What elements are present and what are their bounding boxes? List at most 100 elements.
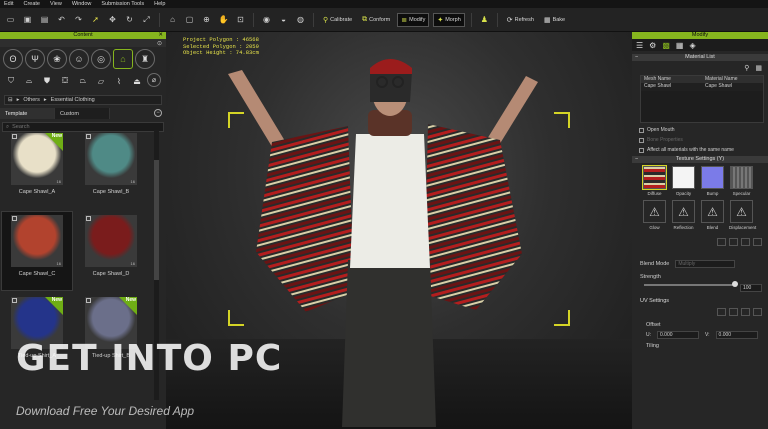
folder-icon[interactable]: ⊟ bbox=[8, 97, 13, 103]
attributes-icon[interactable]: ⚙ bbox=[649, 41, 656, 50]
category-shoe-icon[interactable]: ⏏ bbox=[129, 73, 145, 89]
item-checkbox-icon[interactable] bbox=[12, 298, 17, 303]
category-scarf-icon[interactable]: ◎ bbox=[91, 49, 111, 69]
texture-specular[interactable]: Specular bbox=[729, 166, 754, 196]
texture-bump[interactable]: Bump bbox=[700, 166, 725, 196]
material-icon[interactable]: ▩ bbox=[662, 41, 670, 50]
category-face-icon[interactable]: ☺ bbox=[69, 49, 89, 69]
menu-submission-tools[interactable]: Submission Tools bbox=[101, 1, 144, 7]
category-shirt-icon[interactable]: ʘ bbox=[3, 49, 23, 69]
breadcrumb-item[interactable]: Others bbox=[23, 97, 40, 103]
breadcrumb-item[interactable]: Essential Clothing bbox=[51, 97, 95, 103]
item-checkbox-icon[interactable] bbox=[86, 216, 91, 221]
pick-icon[interactable]: ⚲ bbox=[744, 64, 749, 72]
item-checkbox-icon[interactable] bbox=[12, 216, 17, 221]
modify-button[interactable]: ≣ Modify bbox=[397, 12, 430, 27]
v-offset-input[interactable]: 0.000 bbox=[715, 331, 758, 339]
category-coat-icon[interactable]: ⛋ bbox=[57, 73, 73, 89]
tab-custom[interactable]: Custom bbox=[55, 108, 110, 119]
uv-tool-icon[interactable] bbox=[717, 308, 726, 316]
category-skirt-icon[interactable]: ⏢ bbox=[75, 73, 91, 89]
bone-properties-checkbox[interactable]: Bone Properties bbox=[639, 137, 768, 143]
item-checkbox-icon[interactable] bbox=[86, 134, 91, 139]
texture-opacity[interactable]: Opacity bbox=[671, 166, 696, 196]
category-vest-icon[interactable]: ⛊ bbox=[39, 73, 55, 89]
category-top-icon[interactable]: ⛉ bbox=[3, 73, 19, 89]
close-icon[interactable]: ✕ bbox=[158, 32, 163, 39]
uv-settings-header[interactable]: UV Settings bbox=[632, 298, 768, 305]
render-icon[interactable]: ◍ bbox=[295, 14, 306, 25]
save-icon[interactable]: ▣ bbox=[22, 14, 33, 25]
undo-icon[interactable]: ↶ bbox=[56, 14, 67, 25]
tex-tool-icon[interactable] bbox=[717, 238, 726, 246]
figure-icon[interactable]: ♟ bbox=[479, 14, 490, 25]
move-icon[interactable]: ✥ bbox=[107, 14, 118, 25]
category-glove-icon[interactable]: ⌇ bbox=[111, 73, 127, 89]
camera-icon[interactable]: ▢ bbox=[184, 14, 195, 25]
light-icon[interactable]: ◒ bbox=[278, 14, 289, 25]
blend-mode-select[interactable]: Multiply bbox=[675, 260, 736, 268]
content-item[interactable]: 16 Cape Shawl_B bbox=[76, 130, 146, 208]
texture-displacement[interactable]: ⚠ Displacement bbox=[729, 200, 756, 230]
strength-value[interactable]: 100 bbox=[740, 284, 762, 292]
tex-tool-icon[interactable] bbox=[741, 238, 750, 246]
uv-tool-icon[interactable] bbox=[729, 308, 738, 316]
item-checkbox-icon[interactable] bbox=[86, 298, 91, 303]
category-pants-icon[interactable]: Ψ bbox=[25, 49, 45, 69]
content-item[interactable]: 16 Cape Shawl_D bbox=[76, 212, 146, 290]
refresh-button[interactable]: ⟳ Refresh bbox=[504, 14, 537, 26]
menu-help[interactable]: Help bbox=[154, 1, 165, 7]
u-offset-input[interactable]: 0.000 bbox=[657, 331, 699, 339]
tex-tool-icon[interactable] bbox=[753, 238, 762, 246]
morph-button[interactable]: ✦ Morph bbox=[433, 12, 465, 27]
scale-icon[interactable]: ⤢ bbox=[141, 14, 152, 25]
content-item[interactable]: New 16 Cape Shawl_A bbox=[2, 130, 72, 208]
content-thumbnail[interactable]: 16 bbox=[85, 133, 137, 185]
uv-tool-icon[interactable] bbox=[753, 308, 762, 316]
zoom-icon[interactable]: ⊕ bbox=[201, 14, 212, 25]
category-dress-icon[interactable]: ⏥ bbox=[93, 73, 109, 89]
menu-create[interactable]: Create bbox=[23, 1, 40, 7]
new-file-icon[interactable]: ▭ bbox=[5, 14, 16, 25]
tab-template[interactable]: Template bbox=[0, 108, 55, 119]
options-icon[interactable]: − bbox=[154, 109, 162, 117]
menu-edit[interactable]: Edit bbox=[4, 1, 13, 7]
sliders-icon[interactable]: ☰ bbox=[636, 41, 643, 50]
texture-reflection[interactable]: ⚠ Reflection bbox=[671, 200, 696, 230]
item-checkbox-icon[interactable] bbox=[12, 134, 17, 139]
material-list-header[interactable]: − Material List bbox=[632, 54, 768, 61]
rotate-icon[interactable]: ↻ bbox=[124, 14, 135, 25]
texture-icon[interactable]: ▦ bbox=[676, 41, 684, 50]
select-arrow-icon[interactable]: ➚ bbox=[90, 14, 101, 25]
screenshot-icon[interactable]: ▤ bbox=[39, 14, 50, 25]
filter-icon[interactable]: ▦ bbox=[755, 64, 762, 72]
strength-slider[interactable] bbox=[644, 281, 738, 287]
content-thumbnail[interactable]: New 16 bbox=[11, 133, 63, 185]
texture-glow[interactable]: ⚠ Glow bbox=[642, 200, 667, 230]
conform-button[interactable]: ⧉ Conform bbox=[359, 14, 393, 26]
category-outfit-icon[interactable]: ⌂ bbox=[113, 49, 133, 69]
category-accessory-icon[interactable]: ⌀ bbox=[147, 73, 161, 87]
menu-window[interactable]: Window bbox=[72, 1, 92, 7]
bake-button[interactable]: ▦ Bake bbox=[541, 14, 568, 26]
content-thumbnail[interactable]: 16 bbox=[85, 215, 137, 267]
fit-icon[interactable]: ⊡ bbox=[235, 14, 246, 25]
menu-view[interactable]: View bbox=[50, 1, 62, 7]
home-icon[interactable]: ⌂ bbox=[167, 14, 178, 25]
pin-icon[interactable]: ⊙ bbox=[157, 40, 162, 47]
content-thumbnail[interactable]: 16 bbox=[11, 215, 63, 267]
texture-blend[interactable]: ⚠ Blend bbox=[700, 200, 725, 230]
pan-icon[interactable]: ✋ bbox=[218, 14, 229, 25]
eye-icon[interactable]: ◉ bbox=[261, 14, 272, 25]
table-row[interactable]: Cape Shawl Cape Shawl bbox=[641, 83, 763, 91]
physics-icon[interactable]: ◈ bbox=[689, 41, 695, 50]
redo-icon[interactable]: ↷ bbox=[73, 14, 84, 25]
category-bottom-icon[interactable]: ⌓ bbox=[21, 73, 37, 89]
texture-settings-header[interactable]: − Texture Settings (Y) bbox=[632, 156, 768, 163]
uv-tool-icon[interactable] bbox=[741, 308, 750, 316]
content-item[interactable]: 16 Cape Shawl_C bbox=[1, 211, 73, 291]
affect-all-checkbox[interactable]: Affect all materials with the same name bbox=[639, 147, 768, 153]
open-mouth-checkbox[interactable]: Open Mouth bbox=[639, 127, 768, 133]
calibrate-button[interactable]: ⚲ Calibrate bbox=[320, 14, 355, 26]
category-hair-icon[interactable]: ❀ bbox=[47, 49, 67, 69]
